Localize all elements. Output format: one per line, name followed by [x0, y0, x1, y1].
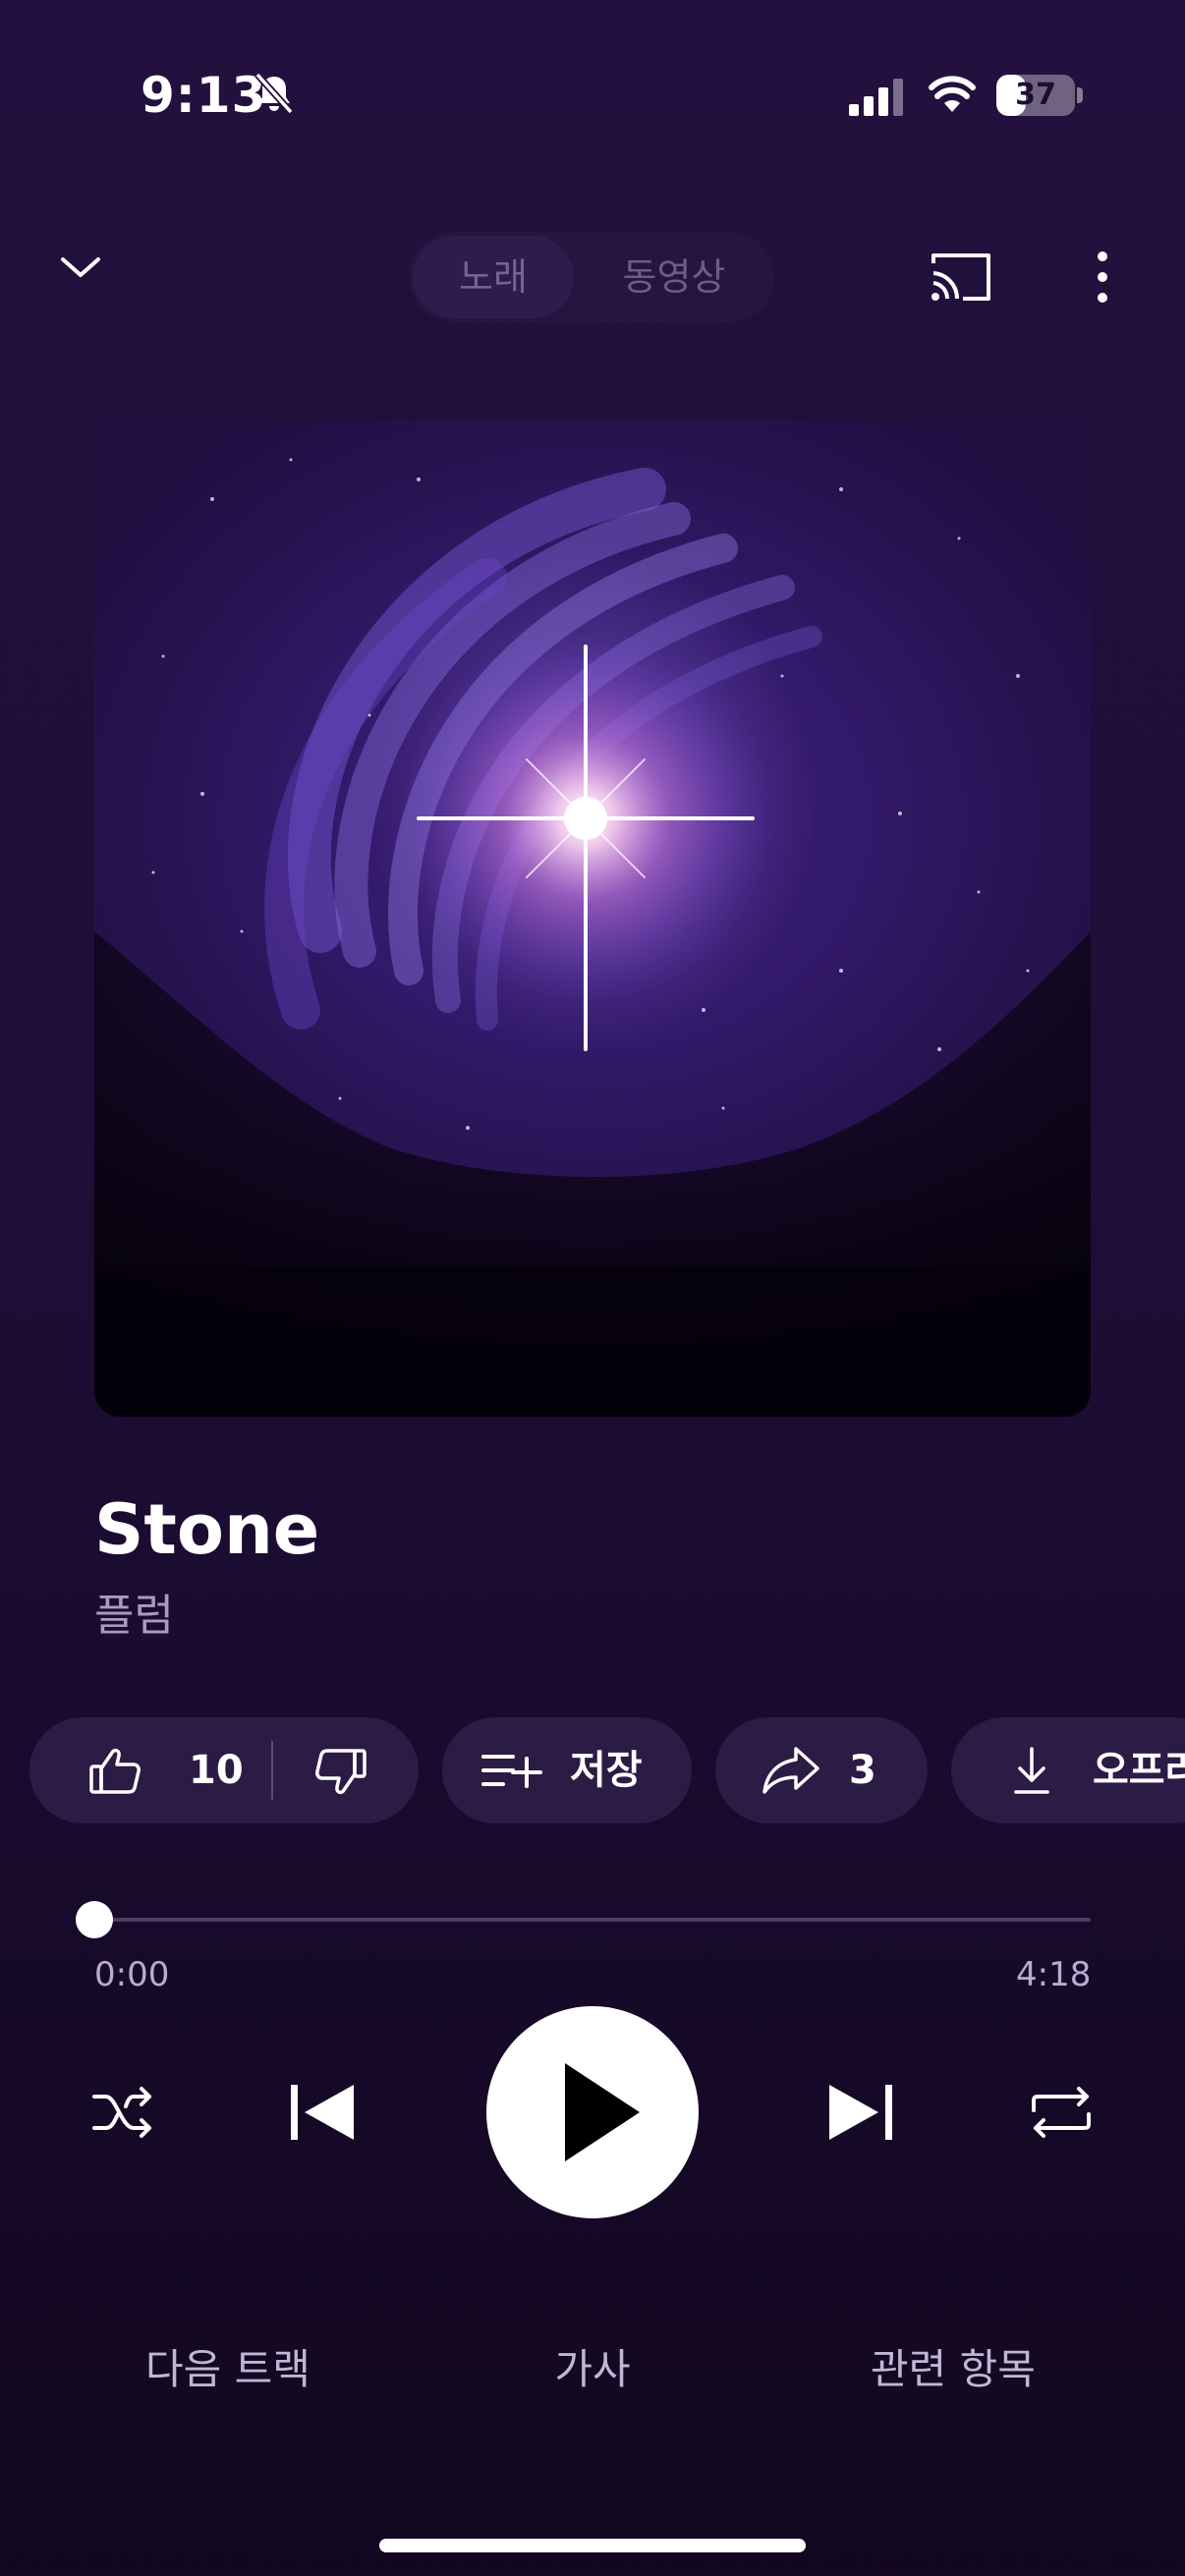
album-art	[94, 420, 1091, 1417]
save-label: 저장	[570, 1748, 643, 1793]
battery-icon: 37	[996, 75, 1083, 116]
tab-song[interactable]: 노래	[413, 236, 574, 318]
playlist-add-icon	[481, 1755, 542, 1788]
tab-up-next[interactable]: 다음 트랙	[110, 2336, 346, 2396]
home-indicator[interactable]	[379, 2539, 806, 2552]
next-button[interactable]	[827, 2081, 898, 2144]
previous-button[interactable]	[285, 2081, 356, 2144]
offline-label: 오프라	[1093, 1748, 1185, 1793]
thumbs-up-icon	[89, 1748, 141, 1794]
skip-next-icon	[829, 2085, 892, 2140]
tab-lyrics[interactable]: 가사	[494, 2336, 691, 2396]
like-count: 10	[189, 1748, 244, 1793]
share-button[interactable]: 3	[715, 1717, 928, 1823]
tab-video[interactable]: 동영상	[578, 236, 770, 318]
cellular-signal-icon	[849, 77, 904, 116]
tab-related[interactable]: 관련 항목	[835, 2336, 1071, 2396]
repeat-icon	[1032, 2087, 1091, 2138]
thumbs-down-icon	[315, 1749, 367, 1795]
share-count: 3	[849, 1748, 876, 1793]
play-button[interactable]	[486, 2006, 699, 2218]
cast-button[interactable]	[928, 250, 994, 305]
dislike-button[interactable]	[314, 1747, 367, 1798]
save-to-playlist-button[interactable]: 저장	[442, 1717, 692, 1823]
current-time: 0:00	[94, 1955, 170, 1994]
chip-divider	[271, 1741, 273, 1800]
skip-previous-icon	[291, 2085, 354, 2140]
wifi-icon	[929, 75, 976, 114]
progress-bar[interactable]	[94, 1918, 1091, 1922]
download-icon	[1014, 1747, 1049, 1794]
shuffle-button[interactable]	[90, 2083, 157, 2142]
song-video-toggle: 노래 동영상	[409, 232, 774, 322]
more-options-button[interactable]	[1083, 248, 1122, 307]
chevron-down-icon	[61, 257, 100, 277]
repeat-button[interactable]	[1028, 2083, 1095, 2142]
track-artist[interactable]: 플럼	[94, 1580, 174, 1643]
battery-level: 37	[1015, 78, 1056, 112]
more-vert-icon	[1098, 252, 1107, 303]
track-title: Stone	[94, 1489, 320, 1570]
cast-icon	[931, 253, 990, 301]
total-time: 4:18	[1016, 1955, 1092, 1994]
progress-knob[interactable]	[76, 1901, 113, 1938]
shuffle-icon	[92, 2087, 151, 2138]
minimize-chevron-button[interactable]	[57, 248, 104, 287]
status-time: 9:13	[141, 67, 267, 124]
like-button[interactable]	[88, 1745, 141, 1796]
silent-bell-icon	[252, 71, 297, 116]
like-dislike-chip: 10	[29, 1717, 419, 1823]
offline-download-button[interactable]: 오프라	[951, 1717, 1185, 1823]
play-icon	[565, 2063, 640, 2161]
share-icon	[762, 1747, 819, 1794]
